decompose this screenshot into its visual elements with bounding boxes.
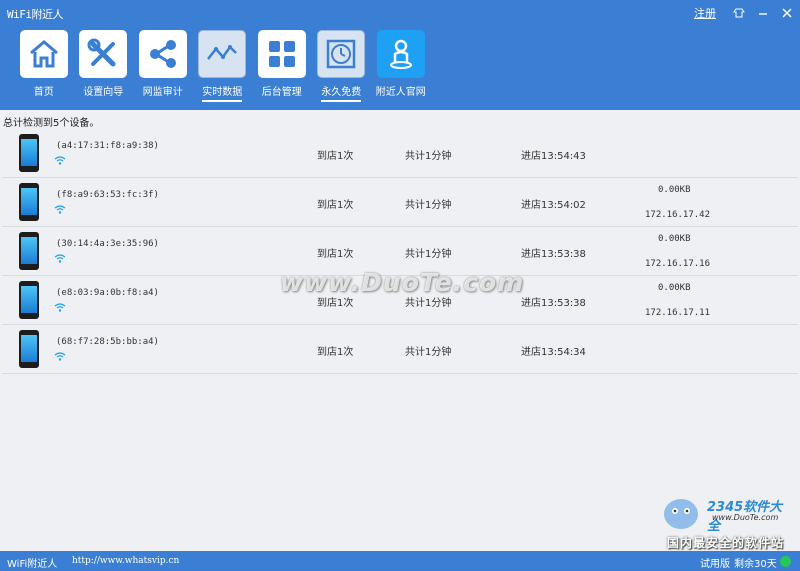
wifi-icon [54,205,66,214]
device-mac: (f8:a9:63:53:fc:3f) [56,190,159,200]
person-pin-icon [376,30,425,78]
mascot-icon [664,499,698,529]
nav-label: 网监审计 [142,87,183,98]
nav-label: 附近人官网 [375,87,426,98]
phone-icon [19,183,39,221]
nav-item-home[interactable]: 首页 [14,30,74,102]
nav-item-free-forever[interactable]: 永久免费 [312,30,372,102]
share-icon [138,30,187,78]
close-icon[interactable] [780,6,794,20]
nav-item-setup-wizard[interactable]: 设置向导 [74,30,134,102]
window-controls: 注册 [694,5,794,21]
content-area: 总计检测到5个设备。 (a4:17:31:f8:a9:38) 到店1次 共计1分… [0,110,800,551]
phone-icon [19,134,39,172]
nav-label: 永久免费 [321,83,362,102]
device-visits: 到店1次 [317,249,354,260]
device-entry-time: 进店13:54:43 [521,151,586,162]
device-duration: 共计1分钟 [405,151,452,162]
window-title: WiFi附近人 [7,8,64,21]
trial-badge: 试用版 [700,559,730,570]
home-icon [19,30,68,78]
device-visits: 到店1次 [317,200,354,211]
grid-icon [257,30,306,78]
wifi-icon [54,352,66,361]
device-mac: (a4:17:31:f8:a9:38) [56,141,159,151]
device-entry-time: 进店13:53:38 [521,249,586,260]
site-slogan: 国内最安全的软件站 [667,536,785,550]
wifi-icon [54,254,66,263]
wifi-icon [54,303,66,312]
device-row[interactable]: (f8:a9:63:53:fc:3f) 到店1次 共计1分钟 进店13:54:0… [2,178,798,227]
device-mac: (68:f7:28:5b:bb:a4) [56,337,159,347]
device-duration: 共计1分钟 [405,347,452,358]
device-visits: 到店1次 [317,151,354,162]
nav-item-audit[interactable]: 网监审计 [133,30,193,102]
device-visits: 到店1次 [317,347,354,358]
device-traffic: 0.00KB [658,185,691,195]
device-entry-time: 进店13:54:02 [521,200,586,211]
site-domain: www.DuoTe.com [712,513,779,522]
nav-label: 首页 [33,87,54,98]
nav-label: 后台管理 [261,87,302,98]
status-url[interactable]: http://www.whatsvip.cn [72,556,179,566]
main-nav: 首页 设置向导 网监审计 实时数据 后台管理 永久免费 附近人官网 [14,30,431,102]
remaining-days: 剩余30天 [734,559,777,570]
device-duration: 共计1分钟 [405,249,452,260]
device-list: (a4:17:31:f8:a9:38) 到店1次 共计1分钟 进店13:54:4… [2,129,798,374]
watermark-text: www.DuoTe.com [280,268,525,297]
phone-icon [19,281,39,319]
device-entry-time: 进店13:53:38 [521,298,586,309]
nav-item-backend[interactable]: 后台管理 [252,30,312,102]
device-traffic: 0.00KB [658,283,691,293]
device-entry-time: 进店13:54:34 [521,347,586,358]
nav-item-official-site[interactable]: 附近人官网 [371,30,431,102]
status-bar: WiFi附近人 http://www.whatsvip.cn 试用版 剩余30天 [0,551,800,571]
device-row[interactable]: (68:f7:28:5b:bb:a4) 到店1次 共计1分钟 进店13:54:3… [2,325,798,374]
device-ip: 172.16.17.42 [645,210,711,220]
tools-icon [79,30,128,78]
device-count-summary: 总计检测到5个设备。 [3,118,100,129]
device-ip: 172.16.17.11 [645,308,711,318]
phone-icon [19,232,39,270]
device-mac: (e8:03:9a:0b:f8:a4) [56,288,159,298]
register-link[interactable]: 注册 [694,5,716,21]
nav-label: 设置向导 [83,87,124,98]
status-app-name: WiFi附近人 [7,559,58,570]
clock-icon [317,30,366,78]
wifi-icon [54,156,66,165]
line-chart-icon [198,30,247,78]
site-badge: 2345软件大全 www.DuoTe.com 国内最安全的软件站 [655,490,795,550]
device-mac: (30:14:4a:3e:35:96) [56,239,159,249]
online-status-icon [780,556,791,567]
device-traffic: 0.00KB [658,234,691,244]
device-row[interactable]: (a4:17:31:f8:a9:38) 到店1次 共计1分钟 进店13:54:4… [2,129,798,178]
device-duration: 共计1分钟 [405,200,452,211]
skin-icon[interactable] [732,6,746,20]
minimize-icon[interactable] [756,6,770,20]
nav-label: 实时数据 [202,83,243,102]
phone-icon [19,330,39,368]
device-ip: 172.16.17.16 [645,259,711,269]
nav-item-realtime-data[interactable]: 实时数据 [193,30,253,102]
top-banner: WiFi附近人 注册 首页 设置向导 网监审计 实时数据 后台管理 永久免费 附… [0,0,800,110]
